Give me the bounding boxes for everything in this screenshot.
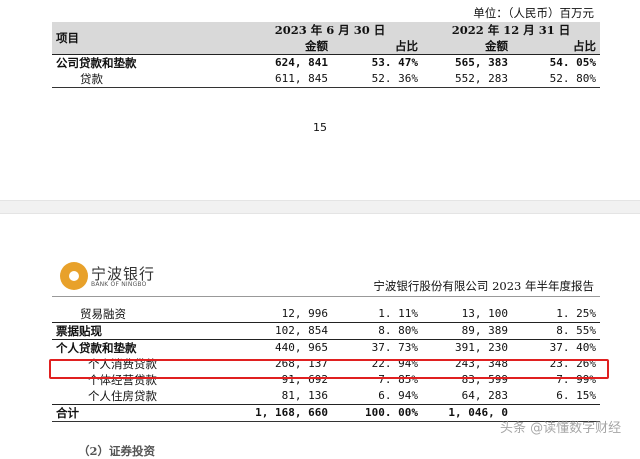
table-row: 公司贷款和垫款 624, 841 53. 47% 565, 383 54. 05… [52, 54, 600, 71]
header-divider [52, 296, 600, 297]
row-amount-2023: 12, 996 [281, 307, 328, 320]
row-amount-2023: 611, 845 [238, 71, 332, 88]
header-period-2023: 2023 年 6 月 30 日 [274, 23, 386, 37]
row-share-2023: 37. 73% [332, 339, 422, 356]
row-amount-2022: 64, 283 [461, 389, 508, 402]
row-share-2023: 1. 11% [378, 307, 418, 320]
row-share-2022: 6. 15% [556, 389, 596, 402]
header-amount-2: 金额 [485, 39, 508, 53]
report-page-top: 单位：（人民币）百万元 项目 2023 年 6 月 30 日 2022 年 12… [0, 0, 640, 200]
next-section-heading: （2）证券投资 [78, 444, 156, 458]
report-page-bottom: 宁波银行 BANK OF NINGBO 宁波银行股份有限公司 2023 年半年度… [0, 214, 640, 458]
header-period-2022: 2022 年 12 月 31 日 [451, 23, 571, 37]
logo-text-en: BANK OF NINGBO [91, 281, 147, 288]
row-share-2023: 52. 36% [332, 71, 422, 88]
table-header-row: 项目 2023 年 6 月 30 日 2022 年 12 月 31 日 [52, 22, 600, 45]
report-running-title: 宁波银行股份有限公司 2023 年半年度报告 [373, 279, 594, 293]
row-share-2022: 54. 05% [512, 54, 600, 71]
loan-table-top: 项目 2023 年 6 月 30 日 2022 年 12 月 31 日 金额 占… [52, 22, 600, 88]
row-share-2022: 52. 80% [512, 71, 600, 88]
highlight-box-consumer-loans [49, 359, 609, 379]
row-amount-2022: 13, 100 [461, 307, 508, 320]
bank-logo: 宁波银行 BANK OF NINGBO [60, 262, 170, 292]
header-amount-1: 金额 [305, 39, 328, 53]
row-label: 个人贷款和垫款 [52, 339, 238, 356]
row-amount-2023: 440, 965 [238, 339, 332, 356]
row-label: 合计 [52, 404, 238, 422]
row-label: 贷款 [52, 71, 238, 88]
row-amount-2023: 102, 854 [238, 322, 332, 340]
page-number: 15 [313, 121, 327, 134]
row-share-2022: 1. 25% [556, 307, 596, 320]
table-row: 票据贴现 102, 854 8. 80% 89, 389 8. 55% [52, 322, 600, 340]
table-row: 贷款 611, 845 52. 36% 552, 283 52. 80% [52, 71, 600, 88]
row-share-2023: 6. 94% [378, 389, 418, 402]
row-share-2022: 8. 55% [512, 322, 600, 340]
header-share-2: 占比 [573, 39, 596, 53]
table-row: 个人住房贷款 81, 136 6. 94% 64, 283 6. 15% [52, 388, 600, 405]
row-amount-2022: 89, 389 [422, 322, 512, 340]
header-share-1: 占比 [395, 39, 418, 53]
bank-emblem-icon [60, 262, 88, 290]
table-row: 贸易融资 12, 996 1. 11% 13, 100 1. 25% [52, 306, 600, 323]
row-amount-2022: 391, 230 [422, 339, 512, 356]
row-amount-2022: 1, 046, 0 [422, 404, 512, 422]
row-label: 个人住房贷款 [88, 389, 157, 403]
row-amount-2023: 624, 841 [238, 54, 332, 71]
row-amount-2022: 565, 383 [422, 54, 512, 71]
header-item: 项目 [56, 31, 79, 45]
row-amount-2023: 81, 136 [281, 389, 328, 402]
row-share-2022: 37. 40% [512, 339, 600, 356]
watermark: 头条 @读懂数字财经 [500, 421, 622, 436]
row-amount-2022: 552, 283 [422, 71, 512, 88]
unit-note: 单位：（人民币）百万元 [473, 6, 594, 20]
page-separator [0, 200, 640, 214]
row-label: 贸易融资 [80, 307, 126, 321]
table-row: 个人贷款和垫款 440, 965 37. 73% 391, 230 37. 40… [52, 339, 600, 356]
row-amount-2023: 1, 168, 660 [238, 404, 332, 422]
row-label: 公司贷款和垫款 [52, 54, 238, 71]
row-share-2023: 100. 00% [332, 404, 422, 422]
row-share-2023: 8. 80% [332, 322, 422, 340]
row-label: 票据贴现 [52, 322, 238, 340]
row-share-2023: 53. 47% [332, 54, 422, 71]
